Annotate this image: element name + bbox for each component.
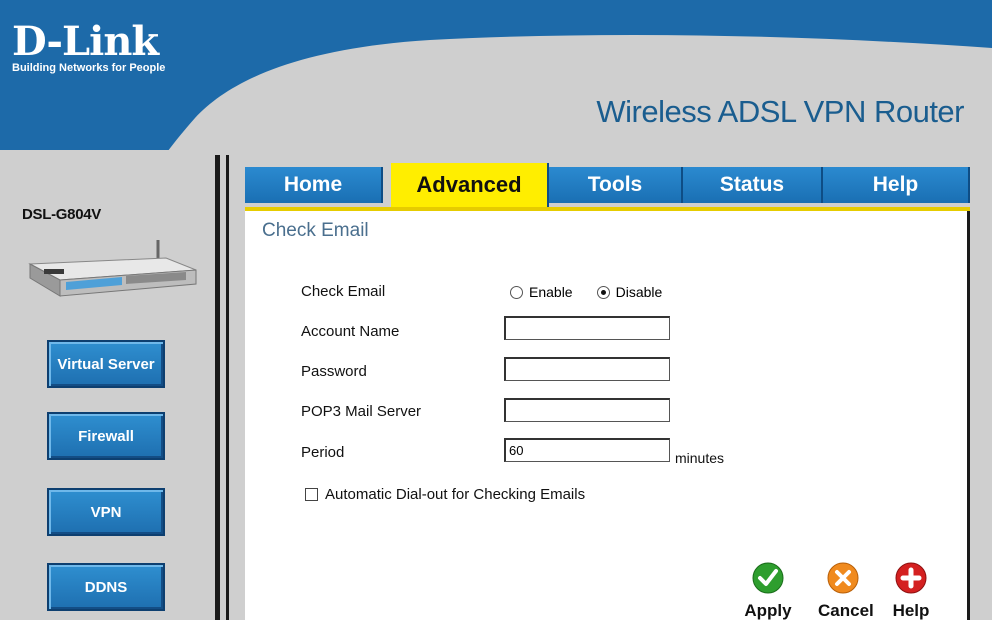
sidebar-item-vpn[interactable]: VPN <box>47 488 165 536</box>
cancel-label: Cancel <box>818 601 874 620</box>
check-email-label: Check Email <box>301 283 386 300</box>
pop3-server-label: POP3 Mail Server <box>301 403 422 420</box>
brand-tagline: Building Networks for People <box>12 62 166 74</box>
dlink-logo: D-Link Building Networks for People <box>12 18 166 75</box>
pop3-server-input[interactable] <box>504 398 670 422</box>
brand-name: D-Link <box>12 18 159 65</box>
help-button[interactable]: Help <box>886 562 936 621</box>
check-icon <box>752 562 784 594</box>
tab-bar: Home Advanced Tools Status Help <box>245 163 970 208</box>
period-input[interactable] <box>504 438 670 462</box>
router-image <box>28 240 197 297</box>
auto-dial-label: Automatic Dial-out for Checking Emails <box>325 486 586 503</box>
divider <box>226 155 229 620</box>
account-name-label: Account Name <box>301 323 400 340</box>
disable-radio[interactable] <box>596 285 610 299</box>
period-unit: minutes <box>675 450 725 466</box>
plus-icon <box>895 562 927 594</box>
password-label: Password <box>301 363 367 380</box>
help-label: Help <box>892 601 930 620</box>
sidebar-item-firewall[interactable]: Firewall <box>47 412 165 460</box>
check-email-radio-group: Enable Disable <box>510 284 662 300</box>
account-name-input[interactable] <box>504 316 670 340</box>
tab-tools[interactable]: Tools <box>549 167 683 203</box>
check-email-panel: Check Email Check Email Enable Disable A… <box>245 211 970 620</box>
auto-dial-row: Automatic Dial-out for Checking Emails <box>305 486 585 503</box>
page-title: Check Email <box>262 220 369 241</box>
auto-dial-checkbox[interactable] <box>305 488 318 501</box>
sidebar-item-virtual-server[interactable]: Virtual Server <box>47 340 165 388</box>
apply-label: Apply <box>744 601 792 620</box>
tab-status[interactable]: Status <box>683 167 823 203</box>
tab-home[interactable]: Home <box>245 167 383 203</box>
model-name: DSL-G804V <box>22 206 101 223</box>
product-title: Wireless ADSL VPN Router <box>596 94 964 129</box>
tab-help[interactable]: Help <box>823 167 970 203</box>
disable-radio-label: Disable <box>615 284 663 300</box>
header: D-Link Building Networks for People Wire… <box>0 0 992 155</box>
enable-radio-label: Enable <box>529 284 573 300</box>
sidebar-item-ddns[interactable]: DDNS <box>47 563 165 611</box>
enable-radio[interactable] <box>510 285 523 299</box>
cancel-button[interactable]: Cancel <box>818 562 874 621</box>
password-input[interactable] <box>504 357 670 381</box>
tab-advanced[interactable]: Advanced <box>391 163 549 207</box>
period-label: Period <box>301 444 345 461</box>
apply-button[interactable]: Apply <box>743 562 793 621</box>
close-icon <box>827 562 859 594</box>
